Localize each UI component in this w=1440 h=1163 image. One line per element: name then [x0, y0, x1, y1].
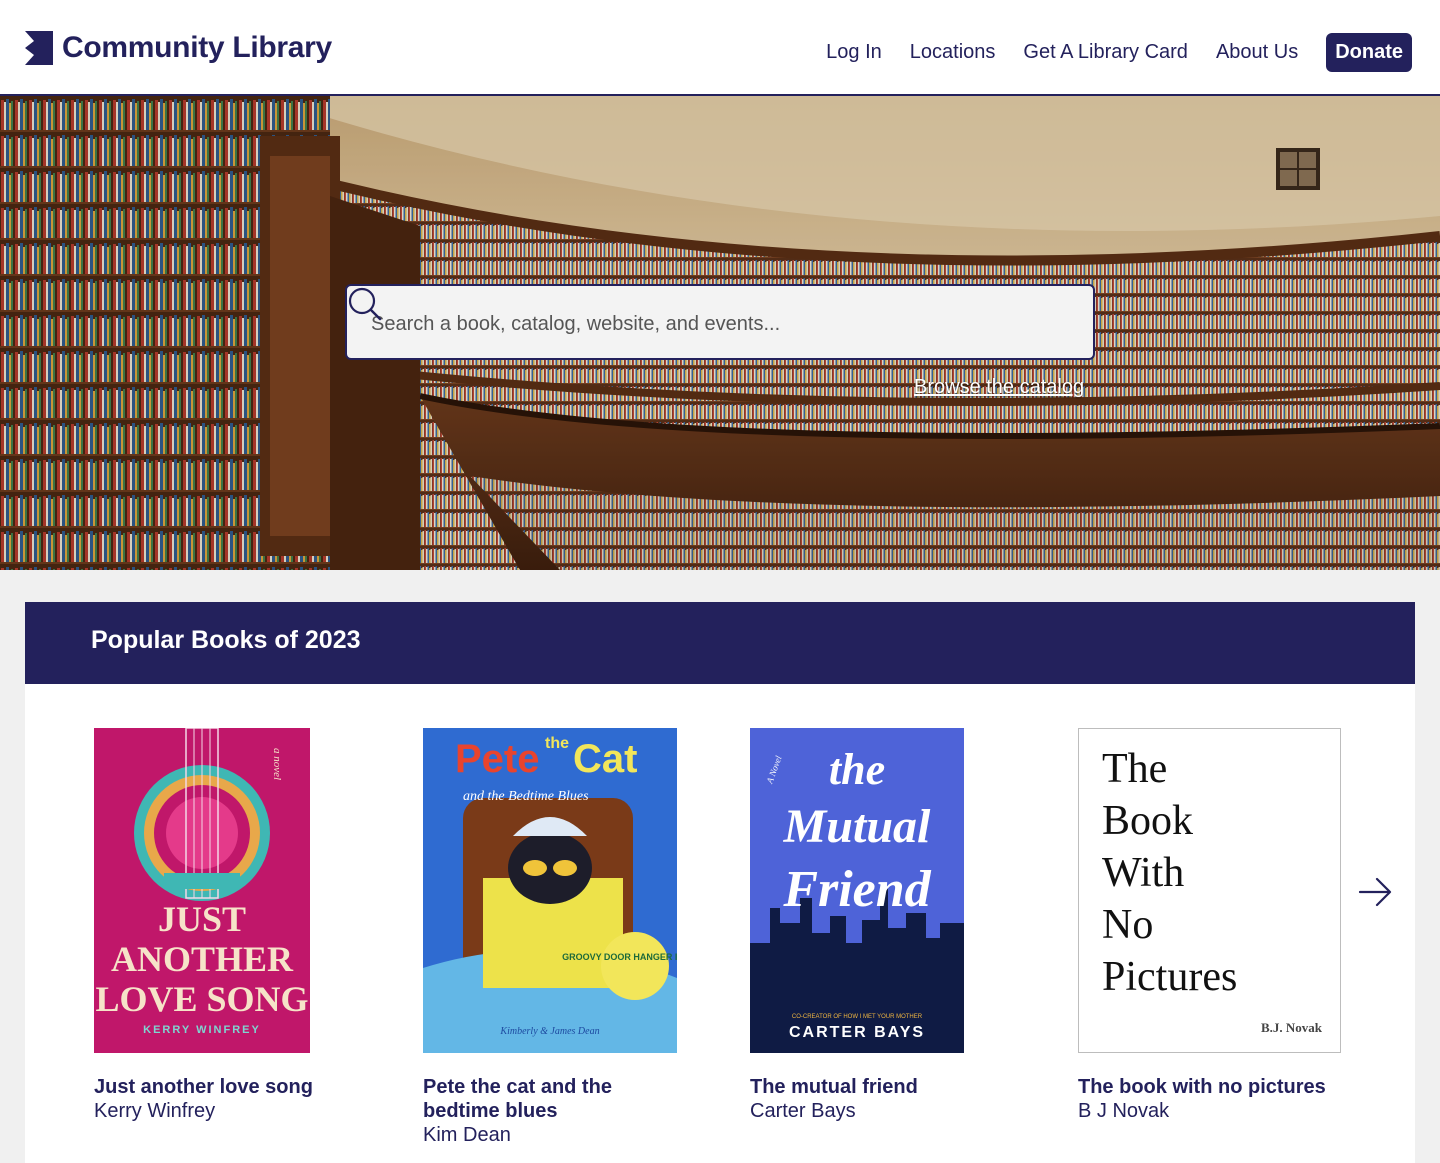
main-nav: Log In Locations Get A Library Card Abou… — [826, 33, 1412, 72]
book-card[interactable]: a novel JUST ANOTHER LOVE SONG KERRY WIN… — [94, 728, 334, 1123]
cover-title: Cat — [573, 737, 637, 781]
cover-author: B.J. Novak — [1261, 1020, 1323, 1035]
logo-text: Community Library — [62, 31, 332, 64]
book-card[interactable]: GROOVY DOOR HANGER INSIDE! Pete the Cat … — [423, 728, 677, 1147]
book-card[interactable]: The Book With No Pictures B.J. Novak The… — [1078, 728, 1343, 1123]
site-logo[interactable]: Community Library — [25, 30, 332, 66]
section-header: Popular Books of 2023 — [25, 602, 1415, 684]
cover-line: ANOTHER — [111, 939, 294, 979]
cover-title: Pete — [455, 737, 540, 781]
book-author: Carter Bays — [750, 1100, 856, 1122]
book-title[interactable]: The mutual friend — [750, 1075, 990, 1099]
cover-credit: CO-CREATOR OF HOW I MET YOUR MOTHER — [792, 1014, 923, 1020]
cover-line: Book — [1102, 798, 1193, 844]
book-cover-just-another-love-song[interactable]: a novel JUST ANOTHER LOVE SONG KERRY WIN… — [94, 728, 310, 1053]
cover-author: KERRY WINFREY — [143, 1024, 261, 1036]
cover-line: LOVE SONG — [95, 979, 308, 1019]
book-title[interactable]: Just another love song — [94, 1075, 334, 1099]
cover-line: Friend — [782, 861, 931, 918]
cover-author: CARTER BAYS — [789, 1024, 925, 1041]
book-author: B J Novak — [1078, 1100, 1170, 1122]
cover-author: Kimberly & James Dean — [499, 1026, 599, 1037]
cover-tag: a novel — [271, 748, 283, 780]
hero-banner: Browse the catalog — [0, 96, 1440, 570]
book-author: Kerry Winfrey — [94, 1100, 216, 1122]
cover-line: No — [1102, 902, 1153, 948]
cover-line: Pictures — [1102, 954, 1237, 1000]
nav-locations[interactable]: Locations — [910, 41, 996, 64]
browse-catalog-link[interactable]: Browse the catalog — [914, 376, 1084, 399]
nav-login[interactable]: Log In — [826, 41, 882, 64]
section-title: Popular Books of 2023 — [91, 626, 361, 654]
cover-line: JUST — [158, 899, 246, 939]
site-header: Community Library Log In Locations Get A… — [0, 0, 1440, 96]
book-card[interactable]: the Mutual Friend A Novel CO-CREATOR OF … — [750, 728, 990, 1123]
cover-line: Mutual — [783, 800, 931, 853]
logo-mark-icon — [25, 31, 53, 65]
book-cover-the-book-with-no-pictures[interactable]: The Book With No Pictures B.J. Novak — [1078, 728, 1341, 1053]
search-box — [345, 284, 1095, 360]
book-title[interactable]: The book with no pictures — [1078, 1075, 1343, 1099]
search-input[interactable] — [369, 306, 993, 342]
nav-about[interactable]: About Us — [1216, 41, 1298, 64]
cover-badge: GROOVY DOOR HANGER INSIDE! — [562, 952, 677, 962]
search-icon[interactable] — [347, 286, 383, 322]
cover-title: the — [545, 735, 569, 752]
nav-library-card[interactable]: Get A Library Card — [1023, 41, 1188, 64]
donate-button[interactable]: Donate — [1326, 33, 1412, 72]
book-title[interactable]: Pete the cat and the bedtime blues — [423, 1075, 677, 1123]
popular-books-section: Popular Books of 2023 a novel JUST ANOTH… — [25, 602, 1415, 1163]
arrow-right-icon[interactable] — [1357, 874, 1393, 910]
cover-line: With — [1102, 850, 1184, 896]
cover-line: The — [1102, 746, 1167, 792]
book-author: Kim Dean — [423, 1124, 511, 1146]
cover-line: the — [829, 745, 885, 794]
book-cover-pete-the-cat[interactable]: GROOVY DOOR HANGER INSIDE! Pete the Cat … — [423, 728, 677, 1053]
book-cover-the-mutual-friend[interactable]: the Mutual Friend A Novel CO-CREATOR OF … — [750, 728, 964, 1053]
cover-subtitle: and the Bedtime Blues — [463, 789, 589, 804]
